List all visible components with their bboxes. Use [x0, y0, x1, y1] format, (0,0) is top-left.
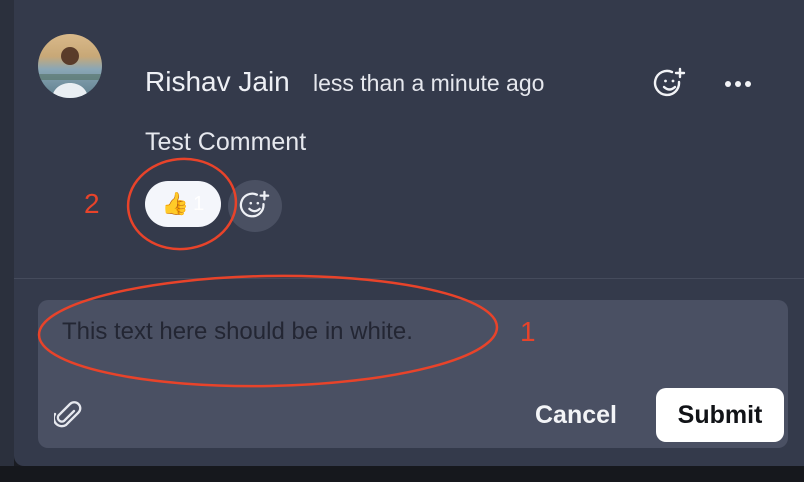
- annotation-circle-editor: [37, 274, 499, 388]
- annotation-label-1: 1: [520, 316, 536, 347]
- annotation-overlay: [37, 157, 499, 388]
- annotation-label-2: 2: [84, 188, 100, 219]
- annotation-circle-reaction: [126, 157, 238, 251]
- window-bottom-edge: [0, 466, 804, 482]
